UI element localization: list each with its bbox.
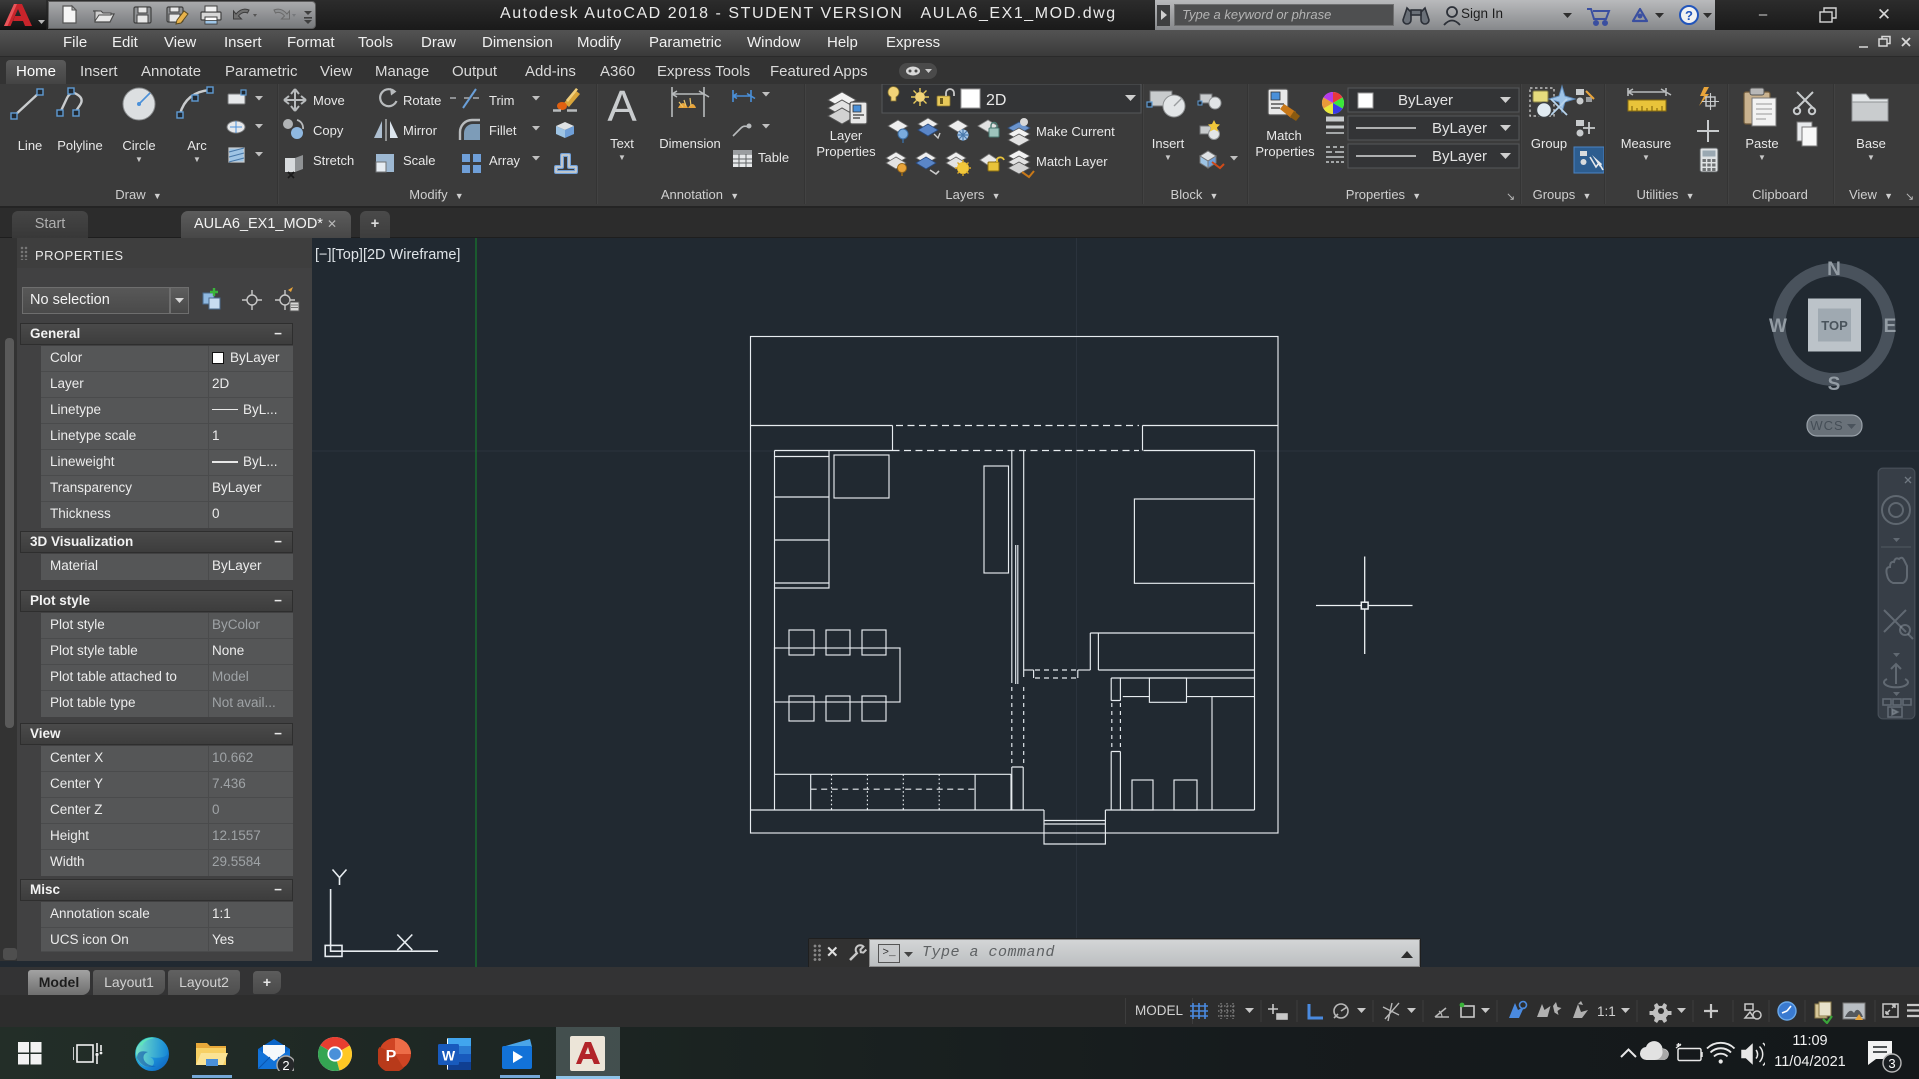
svg-text:2: 2 bbox=[282, 1058, 289, 1071]
svg-text:WCS: WCS bbox=[1810, 418, 1843, 433]
svg-text:ByLayer: ByLayer bbox=[1432, 120, 1487, 137]
svg-text:N: N bbox=[1827, 259, 1841, 280]
svg-text:W: W bbox=[1769, 316, 1787, 337]
svg-text:W: W bbox=[442, 1048, 456, 1064]
svg-text:2D: 2D bbox=[986, 92, 1006, 109]
svg-text:TOP: TOP bbox=[1821, 318, 1848, 333]
svg-text:3: 3 bbox=[1888, 1056, 1895, 1071]
svg-text:E: E bbox=[1884, 316, 1897, 337]
svg-text:S: S bbox=[1828, 374, 1841, 395]
svg-text:ByLayer: ByLayer bbox=[1398, 92, 1453, 109]
svg-text:?: ? bbox=[1685, 8, 1693, 23]
svg-text:ByLayer: ByLayer bbox=[1432, 148, 1487, 165]
svg-text:A: A bbox=[607, 84, 637, 131]
svg-text:P: P bbox=[386, 1048, 397, 1065]
svg-text:1:1: 1:1 bbox=[1597, 1004, 1616, 1019]
svg-text:[−][Top][2D Wireframe]: [−][Top][2D Wireframe] bbox=[315, 247, 460, 263]
